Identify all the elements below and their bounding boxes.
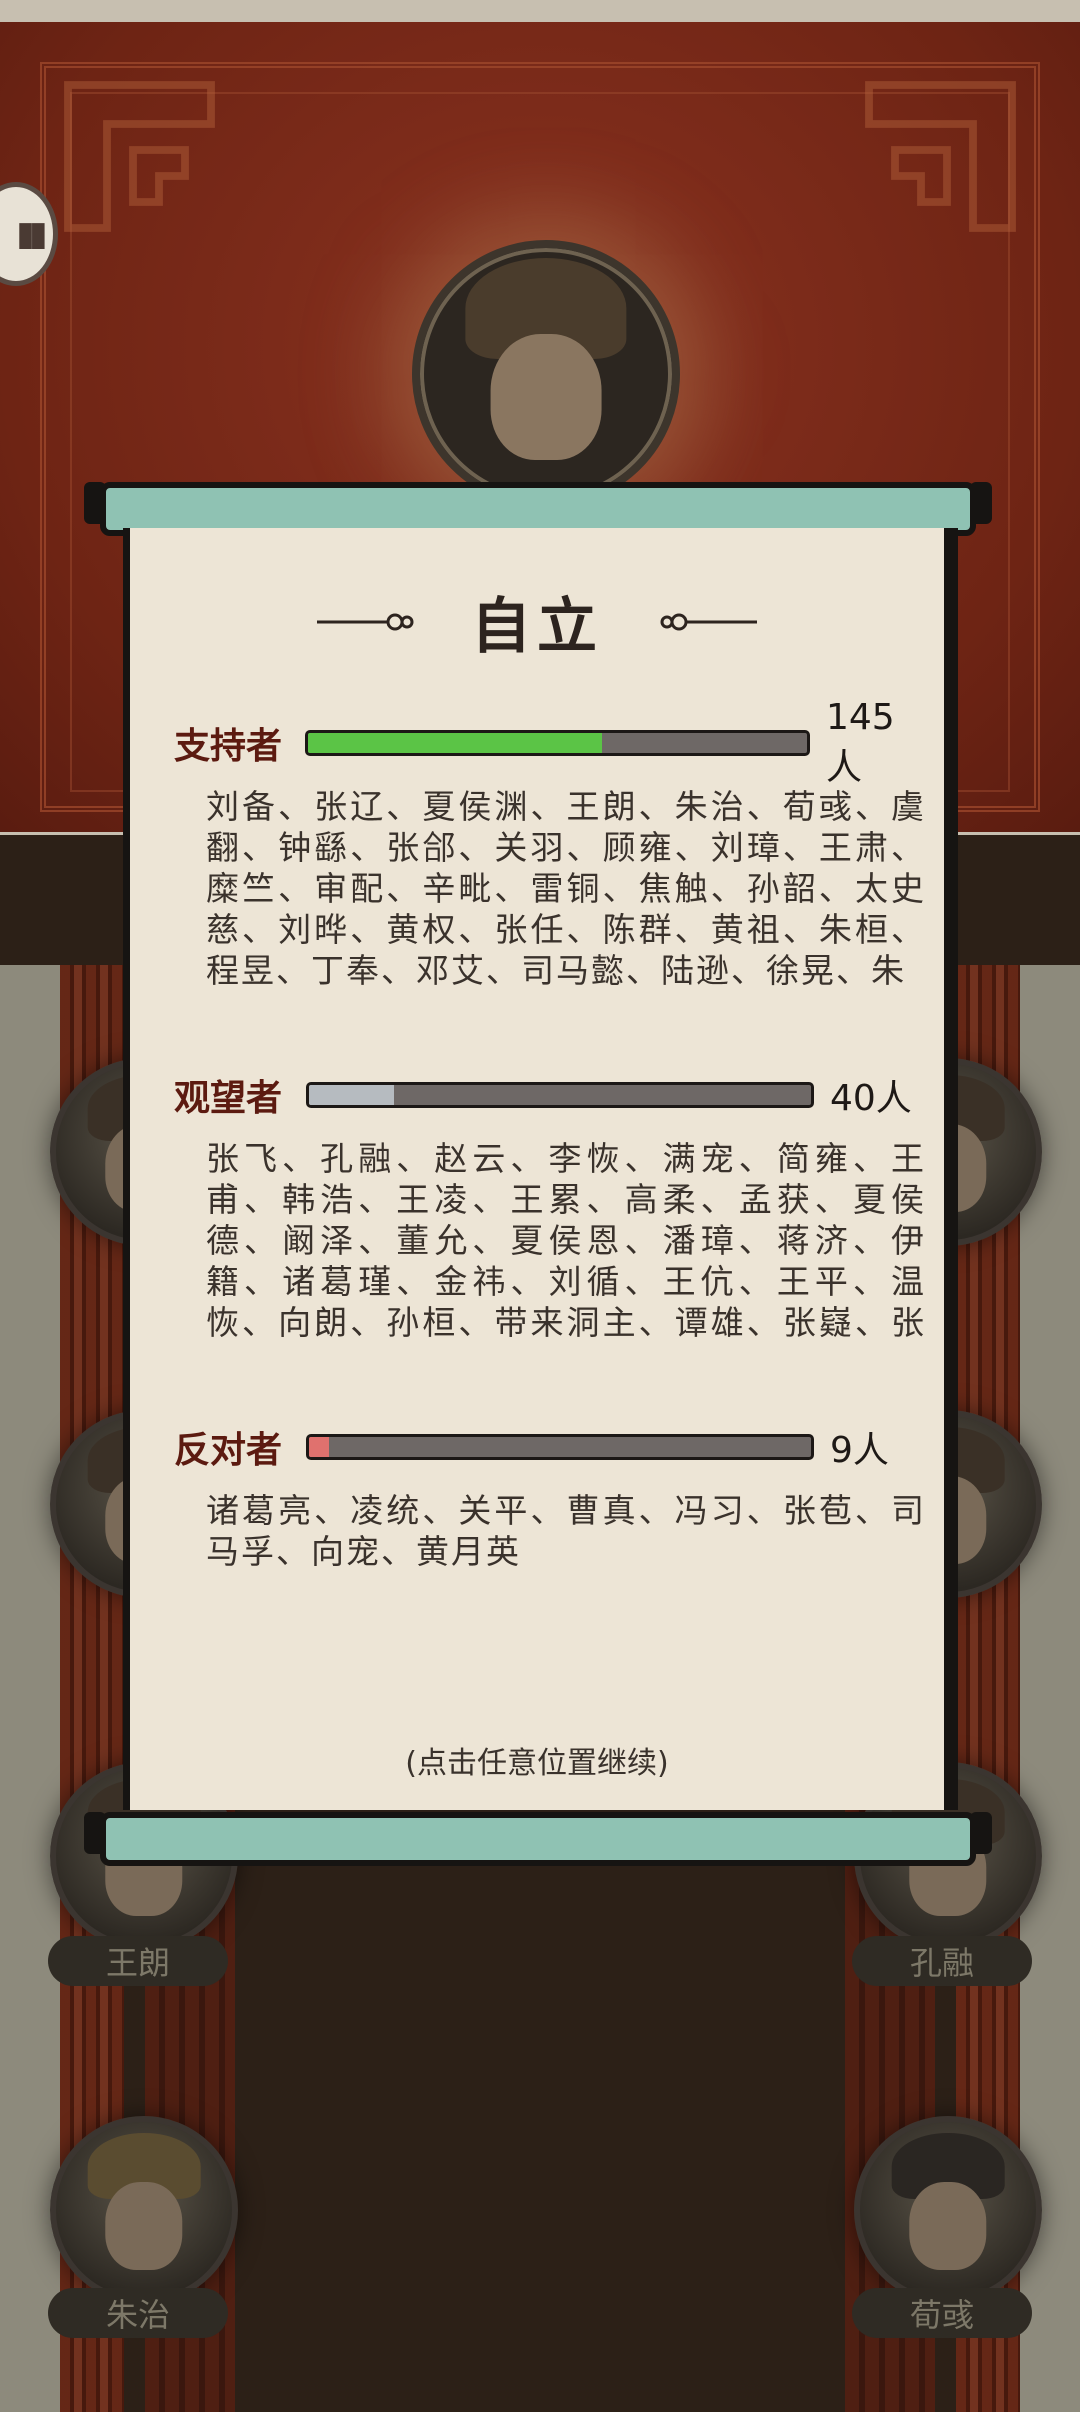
- name-plate: 朱治: [48, 2288, 228, 2338]
- supporters-label: 支持者: [174, 726, 283, 767]
- ornament-icon: [660, 613, 757, 630]
- supporters-section: 支持者 145人 刘备、张辽、夏侯渊、王朗、朱治、荀彧、虞翻、钟繇、张郃、关羽、…: [174, 697, 930, 991]
- opponents-section: 反对者 9人 诸葛亮、凌统、关平、曹真、冯习、张苞、司马孚、向宠、黄月英: [174, 1422, 930, 1694]
- observers-bar: [306, 1082, 814, 1108]
- corner-pattern-icon: [64, 81, 215, 232]
- opponents-count: 9人: [830, 1430, 889, 1471]
- character-portrait: [50, 2116, 238, 2304]
- continue-hint[interactable]: (点击任意位置继续): [130, 1738, 944, 1782]
- observers-section: 观望者 40人 张飞、孔融、赵云、李恢、满宠、简雍、王甫、韩浩、王凌、王累、高柔…: [174, 1070, 930, 1342]
- supporters-bar-fill: [308, 733, 603, 753]
- name-plate: 孔融: [852, 1936, 1032, 1986]
- opponents-bar-fill: [309, 1437, 330, 1457]
- scroll-bottom-rod: [84, 1812, 992, 1866]
- name-plate: 荀彧: [852, 2288, 1032, 2338]
- opponents-bar: [306, 1434, 814, 1460]
- observers-count: 40人: [830, 1078, 912, 1119]
- event-result-dialog[interactable]: 自立 支持者 145人 刘备、张辽、夏侯渊、王朗、朱治、荀彧、虞翻、钟繇、张郃、…: [123, 528, 958, 1810]
- observers-names: 张飞、孔融、赵云、李恢、满宠、简雍、王甫、韩浩、王凌、王累、高柔、孟获、夏侯德、…: [206, 1139, 926, 1342]
- ornament-icon: [317, 613, 414, 630]
- supporters-count: 145人: [825, 696, 895, 788]
- dialog-title: 自立: [471, 592, 603, 662]
- opponents-names: 诸葛亮、凌统、关平、曹真、冯习、张苞、司马孚、向宠、黄月英: [206, 1491, 926, 1571]
- character-portrait: [854, 2116, 1042, 2304]
- title-row: 自立: [130, 578, 944, 665]
- observers-label: 观望者: [174, 1078, 283, 1119]
- opponents-label: 反对者: [174, 1430, 283, 1471]
- supporters-names: 刘备、张辽、夏侯渊、王朗、朱治、荀彧、虞翻、钟繇、张郃、关羽、顾雍、刘璋、王肃、…: [206, 787, 926, 990]
- main-character-portrait: [412, 240, 680, 508]
- corner-pattern-icon: [865, 81, 1016, 232]
- supporters-bar: [305, 730, 810, 756]
- observers-bar-fill: [309, 1085, 395, 1105]
- name-plate: 王朗: [48, 1936, 228, 1986]
